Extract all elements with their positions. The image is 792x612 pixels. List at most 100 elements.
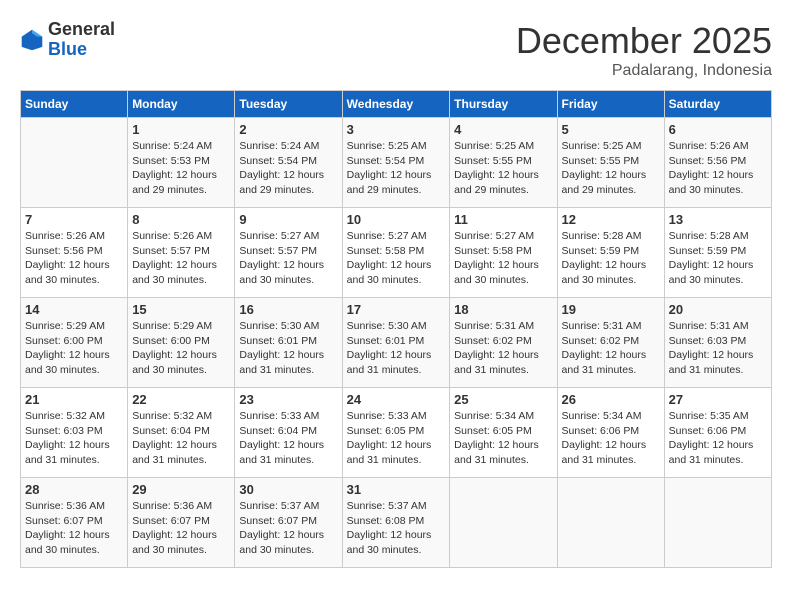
day-number: 5 bbox=[562, 122, 660, 137]
calendar-week-row: 14 Sunrise: 5:29 AMSunset: 6:00 PMDayligh… bbox=[21, 298, 772, 388]
day-info: Sunrise: 5:28 AMSunset: 5:59 PMDaylight:… bbox=[669, 229, 767, 288]
day-number: 21 bbox=[25, 392, 123, 407]
day-info: Sunrise: 5:24 AMSunset: 5:54 PMDaylight:… bbox=[239, 139, 337, 198]
calendar-cell: 8Sunrise: 5:26 AMSunset: 5:57 PMDaylight… bbox=[128, 208, 235, 298]
day-number: 15 bbox=[132, 302, 230, 317]
day-info: Sunrise: 5:34 AMSunset: 6:05 PMDaylight:… bbox=[454, 409, 552, 468]
calendar-cell: 26Sunrise: 5:34 AMSunset: 6:06 PMDayligh… bbox=[557, 388, 664, 478]
day-number: 25 bbox=[454, 392, 552, 407]
calendar-cell: 28Sunrise: 5:36 AMSunset: 6:07 PMDayligh… bbox=[21, 478, 128, 568]
day-number: 16 bbox=[239, 302, 337, 317]
day-number: 4 bbox=[454, 122, 552, 137]
day-info: Sunrise: 5:37 AMSunset: 6:07 PMDaylight:… bbox=[239, 499, 337, 558]
day-number: 20 bbox=[669, 302, 767, 317]
day-number: 7 bbox=[25, 212, 123, 227]
day-number: 6 bbox=[669, 122, 767, 137]
calendar-week-row: 21 Sunrise: 5:32 AMSunset: 6:03 PMDayligh… bbox=[21, 388, 772, 478]
logo: General Blue bbox=[20, 20, 115, 60]
calendar-cell: 31 Sunrise: 5:37 AMSunset: 6:08 PMDayligh… bbox=[342, 478, 450, 568]
location: Padalarang, Indonesia bbox=[516, 62, 772, 80]
day-number: 23 bbox=[239, 392, 337, 407]
day-info: Sunrise: 5:28 AMSunset: 5:59 PMDaylight:… bbox=[562, 229, 660, 288]
calendar-cell: 3 Sunrise: 5:25 AMSunset: 5:54 PMDaylight… bbox=[342, 118, 450, 208]
day-number: 14 bbox=[25, 302, 123, 317]
calendar-cell: 25 Sunrise: 5:34 AMSunset: 6:05 PMDayligh… bbox=[450, 388, 557, 478]
logo-general: General bbox=[48, 20, 115, 40]
logo-icon bbox=[20, 28, 44, 52]
calendar-week-row: 1Sunrise: 5:24 AMSunset: 5:53 PMDaylight… bbox=[21, 118, 772, 208]
calendar-cell: 30 Sunrise: 5:37 AMSunset: 6:07 PMDayligh… bbox=[235, 478, 342, 568]
calendar-cell: 20Sunrise: 5:31 AMSunset: 6:03 PMDayligh… bbox=[664, 298, 771, 388]
day-info: Sunrise: 5:25 AMSunset: 5:54 PMDaylight:… bbox=[347, 139, 446, 198]
calendar-cell: 24 Sunrise: 5:33 AMSunset: 6:05 PMDayligh… bbox=[342, 388, 450, 478]
day-info: Sunrise: 5:29 AMSunset: 6:00 PMDaylight:… bbox=[132, 319, 230, 378]
calendar-cell bbox=[21, 118, 128, 208]
day-number: 19 bbox=[562, 302, 660, 317]
day-number: 13 bbox=[669, 212, 767, 227]
day-number: 17 bbox=[347, 302, 446, 317]
calendar-cell: 1Sunrise: 5:24 AMSunset: 5:53 PMDaylight… bbox=[128, 118, 235, 208]
day-info: Sunrise: 5:30 AMSunset: 6:01 PMDaylight:… bbox=[347, 319, 446, 378]
calendar-cell: 22Sunrise: 5:32 AMSunset: 6:04 PMDayligh… bbox=[128, 388, 235, 478]
calendar-cell: 17 Sunrise: 5:30 AMSunset: 6:01 PMDayligh… bbox=[342, 298, 450, 388]
day-number: 8 bbox=[132, 212, 230, 227]
calendar-cell: 21 Sunrise: 5:32 AMSunset: 6:03 PMDayligh… bbox=[21, 388, 128, 478]
calendar-cell bbox=[664, 478, 771, 568]
title-block: December 2025 Padalarang, Indonesia bbox=[516, 20, 772, 80]
day-info: Sunrise: 5:33 AMSunset: 6:05 PMDaylight:… bbox=[347, 409, 446, 468]
day-info: Sunrise: 5:31 AMSunset: 6:02 PMDaylight:… bbox=[562, 319, 660, 378]
calendar-cell: 5Sunrise: 5:25 AMSunset: 5:55 PMDaylight… bbox=[557, 118, 664, 208]
day-number: 22 bbox=[132, 392, 230, 407]
day-number: 2 bbox=[239, 122, 337, 137]
day-number: 10 bbox=[347, 212, 446, 227]
weekday-header: Wednesday bbox=[342, 91, 450, 118]
calendar-cell: 19 Sunrise: 5:31 AMSunset: 6:02 PMDayligh… bbox=[557, 298, 664, 388]
calendar-cell: 14 Sunrise: 5:29 AMSunset: 6:00 PMDayligh… bbox=[21, 298, 128, 388]
day-info: Sunrise: 5:34 AMSunset: 6:06 PMDaylight:… bbox=[562, 409, 660, 468]
calendar-cell: 27 Sunrise: 5:35 AMSunset: 6:06 PMDayligh… bbox=[664, 388, 771, 478]
weekday-header: Sunday bbox=[21, 91, 128, 118]
day-number: 9 bbox=[239, 212, 337, 227]
weekday-header: Thursday bbox=[450, 91, 557, 118]
calendar-cell: 9Sunrise: 5:27 AMSunset: 5:57 PMDaylight… bbox=[235, 208, 342, 298]
weekday-header-row: SundayMondayTuesdayWednesdayThursdayFrid… bbox=[21, 91, 772, 118]
day-info: Sunrise: 5:30 AMSunset: 6:01 PMDaylight:… bbox=[239, 319, 337, 378]
calendar-cell: 23 Sunrise: 5:33 AMSunset: 6:04 PMDayligh… bbox=[235, 388, 342, 478]
logo-blue: Blue bbox=[48, 40, 115, 60]
day-number: 18 bbox=[454, 302, 552, 317]
day-number: 3 bbox=[347, 122, 446, 137]
calendar-cell: 12 Sunrise: 5:28 AMSunset: 5:59 PMDayligh… bbox=[557, 208, 664, 298]
calendar-body: 1Sunrise: 5:24 AMSunset: 5:53 PMDaylight… bbox=[21, 118, 772, 568]
weekday-header: Friday bbox=[557, 91, 664, 118]
calendar-cell: 4 Sunrise: 5:25 AMSunset: 5:55 PMDaylight… bbox=[450, 118, 557, 208]
day-number: 27 bbox=[669, 392, 767, 407]
day-info: Sunrise: 5:26 AMSunset: 5:56 PMDaylight:… bbox=[25, 229, 123, 288]
day-info: Sunrise: 5:35 AMSunset: 6:06 PMDaylight:… bbox=[669, 409, 767, 468]
day-info: Sunrise: 5:27 AMSunset: 5:58 PMDaylight:… bbox=[454, 229, 552, 288]
day-number: 24 bbox=[347, 392, 446, 407]
calendar-cell: 15 Sunrise: 5:29 AMSunset: 6:00 PMDayligh… bbox=[128, 298, 235, 388]
day-info: Sunrise: 5:29 AMSunset: 6:00 PMDaylight:… bbox=[25, 319, 123, 378]
day-info: Sunrise: 5:31 AMSunset: 6:02 PMDaylight:… bbox=[454, 319, 552, 378]
calendar-cell bbox=[557, 478, 664, 568]
calendar-cell: 18 Sunrise: 5:31 AMSunset: 6:02 PMDayligh… bbox=[450, 298, 557, 388]
day-info: Sunrise: 5:33 AMSunset: 6:04 PMDaylight:… bbox=[239, 409, 337, 468]
day-info: Sunrise: 5:37 AMSunset: 6:08 PMDaylight:… bbox=[347, 499, 446, 558]
weekday-header: Tuesday bbox=[235, 91, 342, 118]
day-info: Sunrise: 5:26 AMSunset: 5:56 PMDaylight:… bbox=[669, 139, 767, 198]
calendar-table: SundayMondayTuesdayWednesdayThursdayFrid… bbox=[20, 90, 772, 568]
calendar-cell: 29Sunrise: 5:36 AMSunset: 6:07 PMDayligh… bbox=[128, 478, 235, 568]
calendar-cell: 13 Sunrise: 5:28 AMSunset: 5:59 PMDayligh… bbox=[664, 208, 771, 298]
month-title: December 2025 bbox=[516, 20, 772, 62]
day-number: 30 bbox=[239, 482, 337, 497]
day-number: 12 bbox=[562, 212, 660, 227]
calendar-cell: 10 Sunrise: 5:27 AMSunset: 5:58 PMDayligh… bbox=[342, 208, 450, 298]
day-number: 31 bbox=[347, 482, 446, 497]
calendar-cell: 6 Sunrise: 5:26 AMSunset: 5:56 PMDaylight… bbox=[664, 118, 771, 208]
day-number: 29 bbox=[132, 482, 230, 497]
calendar-cell: 16 Sunrise: 5:30 AMSunset: 6:01 PMDayligh… bbox=[235, 298, 342, 388]
day-info: Sunrise: 5:32 AMSunset: 6:03 PMDaylight:… bbox=[25, 409, 123, 468]
weekday-header: Monday bbox=[128, 91, 235, 118]
day-info: Sunrise: 5:27 AMSunset: 5:58 PMDaylight:… bbox=[347, 229, 446, 288]
day-info: Sunrise: 5:25 AMSunset: 5:55 PMDaylight:… bbox=[454, 139, 552, 198]
